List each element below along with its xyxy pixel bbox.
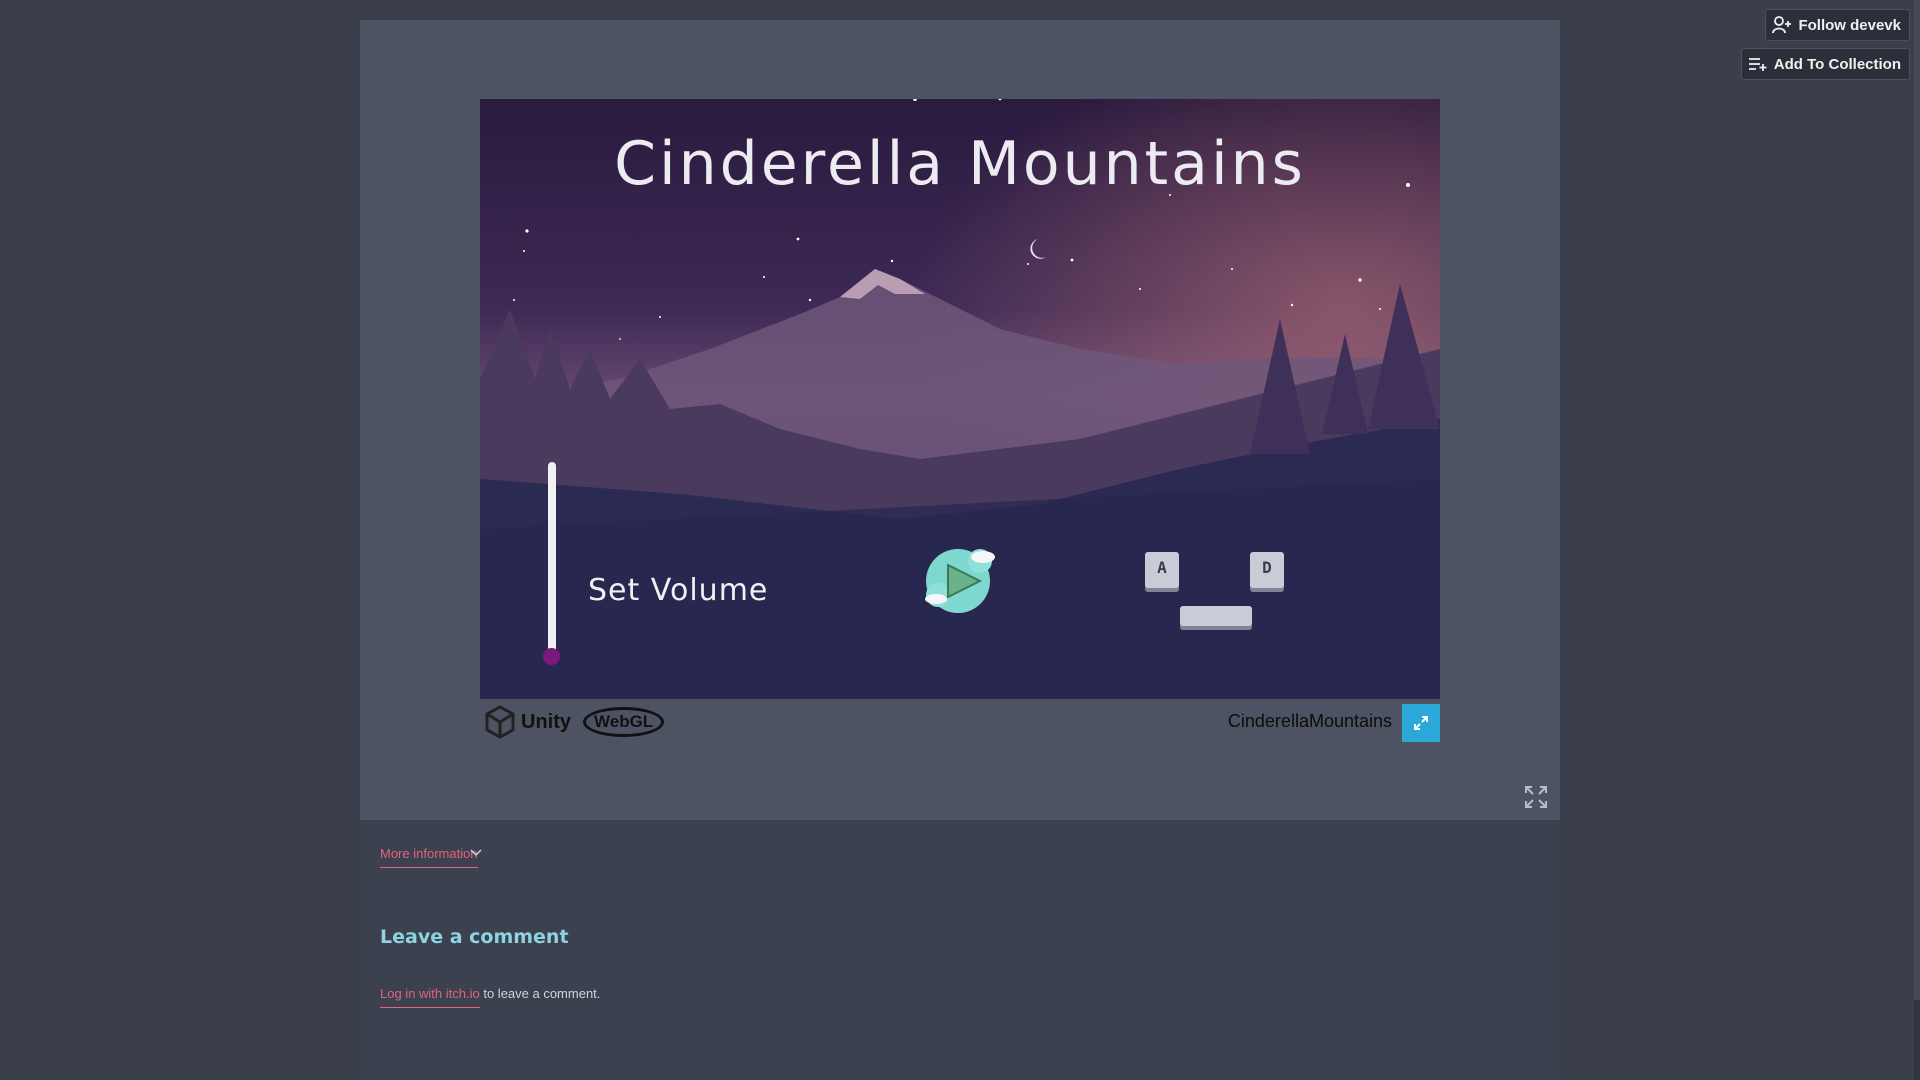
expand-icon [1414,716,1428,730]
follow-label: Follow devevk [1798,16,1901,34]
volume-label: Set Volume [588,573,769,608]
unity-logo: Unity WebGL [485,705,665,739]
play-button[interactable] [918,539,1004,619]
key-d-hint: D [1250,552,1284,588]
chevron-down-icon[interactable] [470,849,482,857]
game-embed-area: Cinderella Mountains Set Volume A D Unit… [360,20,1560,820]
key-a-hint: A [1145,552,1179,588]
game-canvas[interactable]: Cinderella Mountains Set Volume A D [480,99,1440,699]
follow-button[interactable]: Follow devevk [1765,9,1910,41]
add-to-collection-button[interactable]: Add To Collection [1740,48,1910,80]
page-column: Cinderella Mountains Set Volume A D Unit… [360,0,1560,1080]
more-information-link[interactable]: More information [380,846,478,868]
build-title: CinderellaMountains [1227,711,1392,731]
engine-label: Unity [521,710,571,733]
playlist-add-icon [1748,58,1767,71]
unity-footer: Unity WebGL CinderellaMountains [480,699,1440,745]
unity-cube-icon [485,705,515,739]
comment-heading: Leave a comment [380,926,569,948]
fullscreen-button[interactable] [1402,704,1440,742]
login-prompt: Log in with itch.io to leave a comment. [380,986,601,1008]
volume-slider-track[interactable] [548,462,556,655]
user-plus-icon [1772,16,1792,34]
top-strip [360,0,1560,20]
collection-label: Add To Collection [1773,55,1901,73]
login-link[interactable]: Log in with itch.io [380,986,480,1008]
platform-badge: WebGL [583,707,665,737]
login-suffix: to leave a comment. [479,986,601,1001]
volume-slider-thumb[interactable] [543,648,560,665]
key-space-hint [1180,606,1252,626]
embed-fullscreen-button[interactable] [1522,783,1550,811]
scrollbar-thumb[interactable] [1914,0,1920,1000]
game-title: Cinderella Mountains [614,129,1306,199]
play-icon [925,549,995,613]
fullscreen-icon [1525,786,1547,808]
